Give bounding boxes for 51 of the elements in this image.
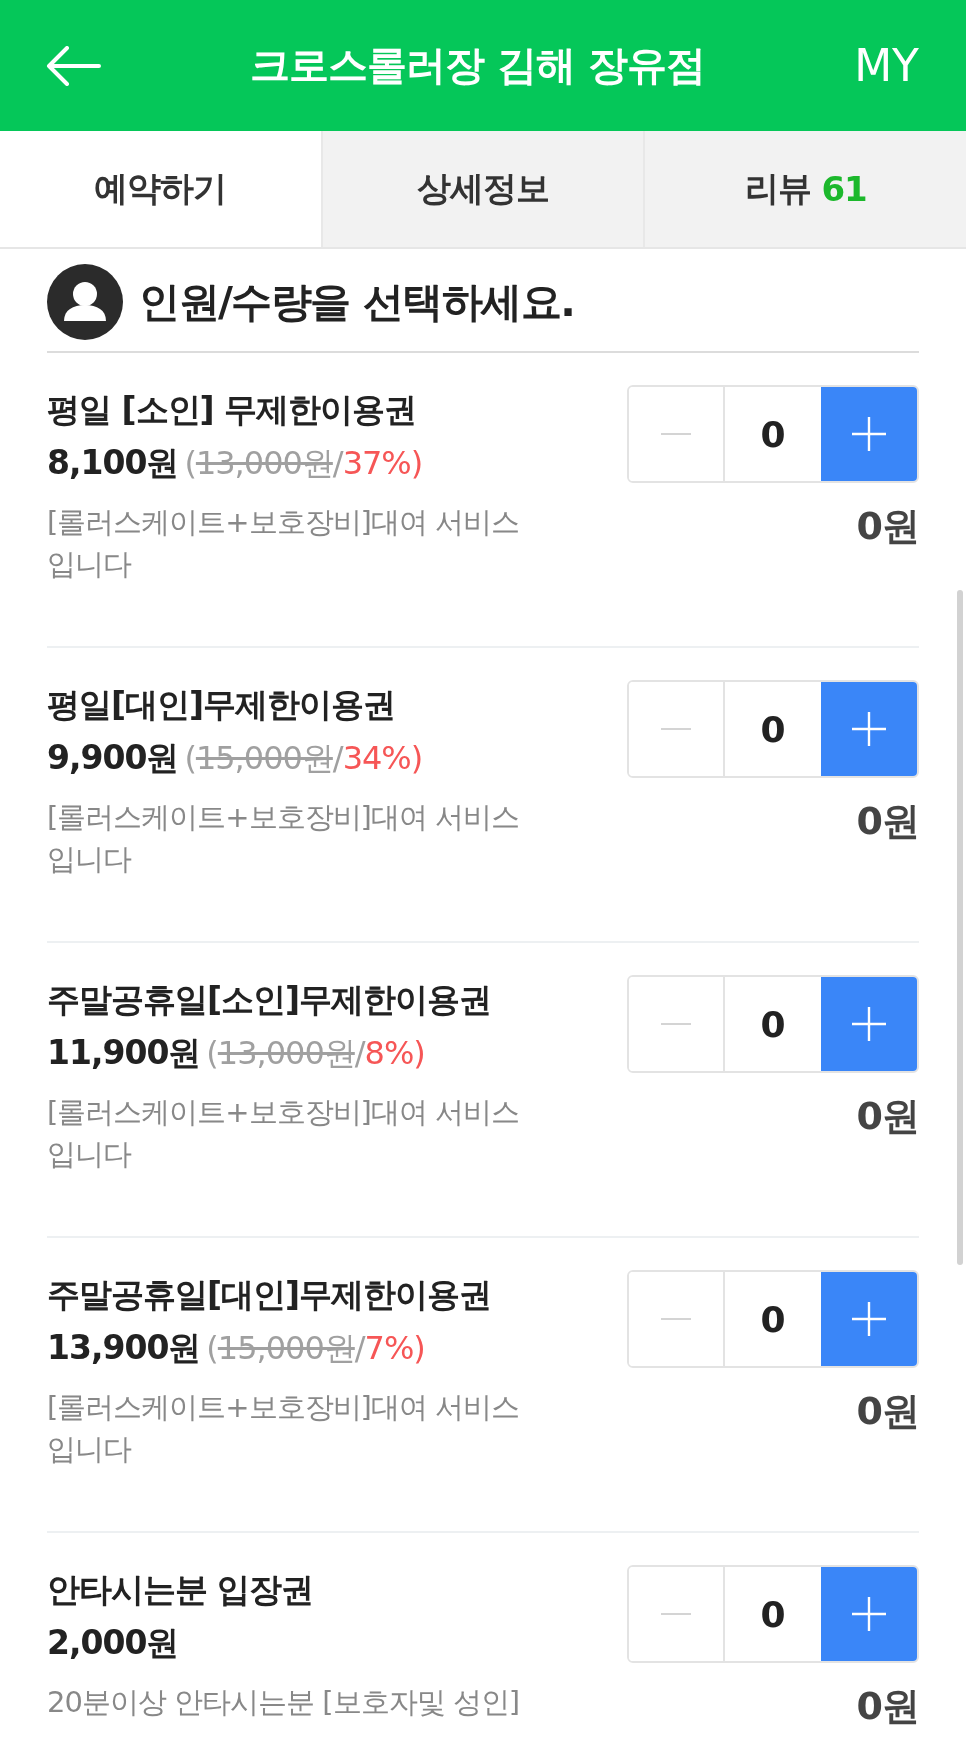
store-title: 크로스롤러장 김해 장유점 — [250, 41, 705, 90]
product-price: 8,100원 — [47, 443, 179, 482]
plus-icon — [852, 712, 886, 746]
minus-icon — [661, 1318, 691, 1320]
item-total: 0원 — [856, 1093, 919, 1140]
product-title: 평일 [소인] 무제한이용권 — [47, 389, 418, 431]
minus-icon — [661, 728, 691, 730]
quantity-value: 0 — [759, 1592, 787, 1637]
item-total: 0원 — [856, 503, 919, 550]
plus-button[interactable] — [821, 1272, 917, 1366]
plus-icon — [852, 417, 886, 451]
plus-icon — [852, 1302, 886, 1336]
quantity-value: 0 — [759, 1297, 787, 1342]
product-price: 11,900원 — [47, 1033, 201, 1072]
product-description: [롤러스케이트+보호장비]대여 서비스 입니다 — [47, 1094, 521, 1173]
back-arrow-icon[interactable] — [45, 45, 101, 86]
plus-button[interactable] — [821, 387, 917, 481]
product-price: 9,900원 — [47, 738, 179, 777]
plus-button[interactable] — [821, 1567, 917, 1661]
original-price-discount: (15,000원/34%) — [184, 739, 423, 777]
product-price: 2,000원 — [47, 1623, 179, 1662]
minus-icon — [661, 1023, 691, 1025]
product-price: 13,900원 — [47, 1328, 201, 1367]
section-heading: 인원/수량을 선택하세요. — [139, 276, 575, 328]
product-description: [롤러스케이트+보호장비]대여 서비스 입니다 — [47, 799, 521, 878]
plus-button[interactable] — [821, 977, 917, 1071]
minus-icon — [661, 433, 691, 435]
product-description: [롤러스케이트+보호장비]대여 서비스 입니다 — [47, 1389, 521, 1468]
plus-icon — [852, 1597, 886, 1631]
original-price-discount: (13,000원/8%) — [206, 1034, 425, 1072]
plus-button[interactable] — [821, 682, 917, 776]
quantity-value: 0 — [759, 1002, 787, 1047]
item-total: 0원 — [856, 1683, 919, 1730]
minus-icon — [661, 1613, 691, 1615]
quantity-value: 0 — [759, 412, 787, 457]
product-title: 평일[대인]무제한이용권 — [47, 684, 397, 726]
product-title: 안타시는분 입장권 — [47, 1569, 315, 1611]
product-title: 주말공휴일[대인]무제한이용권 — [47, 1274, 493, 1316]
original-price-discount: (13,000원/37%) — [184, 444, 423, 482]
item-total: 0원 — [856, 798, 919, 845]
product-description: [롤러스케이트+보호장비]대여 서비스 입니다 — [47, 504, 521, 583]
plus-icon — [852, 1007, 886, 1041]
person-icon — [47, 264, 123, 340]
product-title: 주말공휴일[소인]무제한이용권 — [47, 979, 493, 1021]
tab[interactable]: 리뷰 61 — [643, 131, 966, 247]
original-price-discount: (15,000원/7%) — [206, 1329, 425, 1367]
quantity-value: 0 — [759, 707, 787, 752]
scrollbar[interactable] — [957, 590, 963, 1265]
tab[interactable]: 상세정보 — [320, 131, 644, 247]
product-description: 20분이상 안타시는분 [보호자및 성인] — [47, 1684, 521, 1721]
item-total: 0원 — [856, 1388, 919, 1435]
